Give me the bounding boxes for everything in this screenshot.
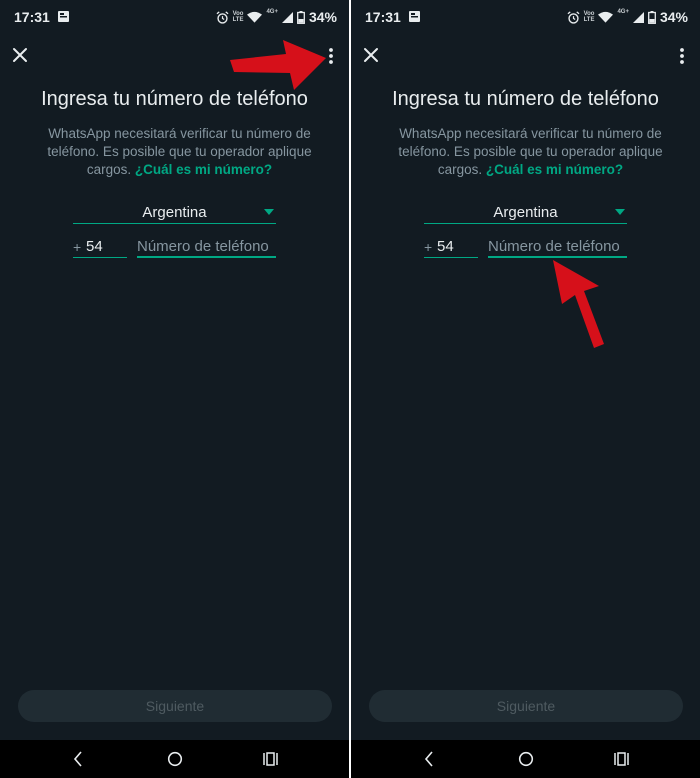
status-time: 17:31 [365, 9, 401, 25]
close-icon[interactable] [361, 45, 381, 65]
status-bar: 17:31 Voo LTE 4G+ 34% [351, 0, 700, 34]
whats-my-number-link[interactable]: ¿Cuál es mi número? [486, 162, 623, 177]
whats-my-number-link[interactable]: ¿Cuál es mi número? [135, 162, 272, 177]
network-generation: 4G+ [617, 9, 629, 15]
home-icon[interactable] [518, 751, 534, 767]
cell-signal-icon [281, 11, 293, 23]
status-icons: Voo LTE 4G+ 34% [567, 9, 688, 25]
cell-signal-icon [632, 11, 644, 23]
page-title: Ingresa tu número de teléfono [392, 88, 659, 110]
plus-sign: + [73, 239, 82, 255]
recent-apps-icon[interactable] [263, 752, 278, 766]
next-button[interactable]: Siguiente [369, 690, 683, 722]
battery-icon [648, 10, 656, 24]
status-icons: Voo LTE 4G+ 34% [216, 9, 337, 25]
notification-icon [58, 11, 69, 22]
alarm-icon [216, 10, 229, 24]
country-selector[interactable]: Argentina [424, 200, 627, 224]
home-icon[interactable] [167, 751, 183, 767]
network-generation: 4G+ [266, 9, 278, 15]
back-icon[interactable] [72, 751, 84, 767]
app-bar [0, 42, 349, 72]
battery-percent: 34% [659, 9, 688, 25]
dropdown-caret-icon [264, 209, 274, 215]
status-bar: 17:31 Voo LTE 4G+ 34% [0, 0, 349, 34]
country-selector[interactable]: Argentina [73, 200, 276, 224]
system-nav-bar [351, 740, 700, 778]
wifi-icon [247, 11, 263, 23]
phone-number-input[interactable] [488, 236, 627, 258]
status-time: 17:31 [14, 9, 50, 25]
overflow-menu-icon[interactable] [672, 45, 692, 67]
alarm-icon [567, 10, 580, 24]
screen-left: 17:31 Voo LTE 4G+ 34% Ingresa tu número … [0, 0, 349, 778]
back-icon[interactable] [423, 751, 435, 767]
system-nav-bar [0, 740, 349, 778]
country-code-field[interactable]: + 54 [424, 236, 478, 258]
page-title: Ingresa tu número de teléfono [41, 88, 308, 110]
battery-icon [297, 10, 305, 24]
country-name: Argentina [493, 204, 558, 221]
country-name: Argentina [142, 204, 207, 221]
red-arrow-annotation [553, 260, 604, 348]
recent-apps-icon[interactable] [614, 752, 629, 766]
phone-number-input[interactable] [137, 236, 276, 258]
screen-right: 17:31 Voo LTE 4G+ 34% Ingresa tu número … [351, 0, 700, 778]
next-button[interactable]: Siguiente [18, 690, 332, 722]
plus-sign: + [424, 239, 433, 255]
volte-label: Voo LTE [583, 11, 595, 23]
notification-icon [409, 11, 420, 22]
description: WhatsApp necesitará verificar tu número … [379, 125, 682, 179]
dropdown-caret-icon [615, 209, 625, 215]
country-code: 54 [86, 238, 103, 255]
overflow-menu-icon[interactable] [321, 45, 341, 67]
country-code-field[interactable]: + 54 [73, 236, 127, 258]
close-icon[interactable] [10, 45, 30, 65]
wifi-icon [598, 11, 614, 23]
country-code: 54 [437, 238, 454, 255]
description: WhatsApp necesitará verificar tu número … [28, 125, 331, 179]
battery-percent: 34% [308, 9, 337, 25]
volte-label: Voo LTE [232, 11, 244, 23]
app-bar [351, 42, 700, 72]
